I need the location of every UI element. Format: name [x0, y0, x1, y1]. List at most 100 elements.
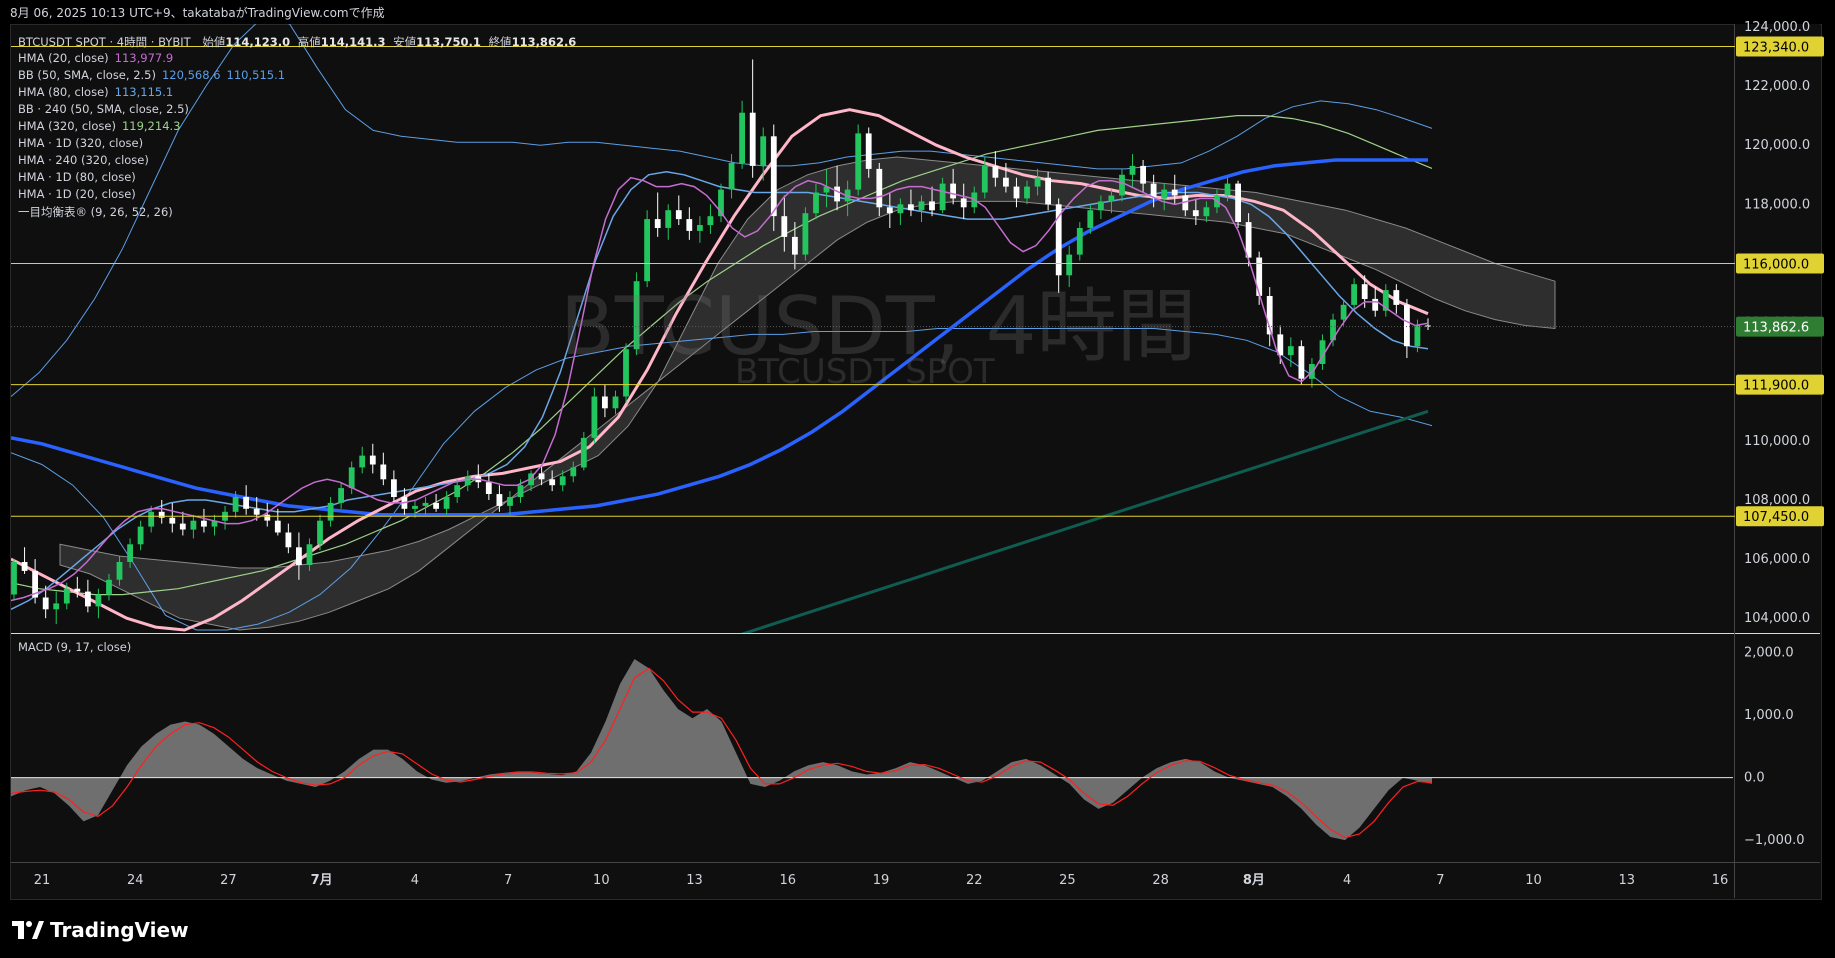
last-price-label: 113,862.6 [1743, 321, 1809, 336]
candle [21, 547, 28, 574]
candle-body [665, 210, 672, 228]
candle-body [317, 520, 323, 545]
candle-body [1119, 174, 1125, 196]
macd-tick-label: 1,000.0 [1744, 708, 1794, 723]
candle-body [190, 520, 197, 530]
candle-body [1393, 290, 1400, 305]
candle-body [570, 467, 577, 477]
symbol-legend[interactable]: BTCUSDT SPOT · 4時間 · BYBIT 始値114,123.0 高… [18, 34, 576, 50]
candle-body [950, 183, 956, 199]
price-tick-label: 124,000.0 [1744, 20, 1810, 35]
price-level-label: 107,450.0 [1743, 510, 1809, 525]
indicator-hma80-legend[interactable]: HMA (80, close) 113,115.1 [18, 85, 173, 99]
candle-body [781, 216, 788, 237]
candle [32, 559, 38, 604]
macd-tick-label: 2,000.0 [1744, 646, 1794, 661]
candle-body [95, 594, 102, 607]
macd-legend[interactable]: MACD (9, 17, close) [18, 640, 131, 654]
candle-body [11, 562, 17, 595]
candle-body [274, 520, 281, 533]
candle-body [1287, 346, 1294, 356]
candle [1076, 222, 1083, 261]
candle-body [369, 455, 376, 465]
candle-body [1013, 186, 1020, 199]
candle-body [327, 502, 334, 521]
candle-body [359, 455, 366, 468]
candle-body [391, 479, 397, 497]
candle-body [538, 473, 545, 480]
indicator-hma1d80-legend[interactable]: HMA · 1D (80, close) [18, 170, 136, 184]
candle-body [760, 136, 767, 166]
candle-body [918, 201, 925, 211]
candle-body [1298, 346, 1305, 379]
candle-body [21, 562, 28, 571]
candle-body [559, 476, 566, 486]
open-label: 始値 [202, 35, 226, 49]
candle-body [728, 162, 735, 190]
candle-body [1003, 177, 1009, 187]
candle [285, 523, 292, 554]
indicator-hma20-legend[interactable]: HMA (20, close) 113,977.9 [18, 51, 173, 65]
chart-canvas[interactable]: 124,000.0 122,000.0 120,000.0 118,000.0 116,… [0, 0, 1835, 958]
candle-body [106, 579, 112, 595]
time-tick-label: 13 [686, 873, 703, 888]
candle-body [1087, 210, 1094, 228]
candle-body [633, 281, 640, 350]
time-tick-label: 4 [411, 873, 419, 888]
time-tick-label: 10 [593, 873, 610, 888]
candle [485, 473, 492, 500]
tradingview-brand[interactable]: TradingView [12, 917, 189, 943]
indicator-ichimoku-legend[interactable]: 一目均衡表® (9, 26, 52, 26) [18, 204, 173, 220]
indicator-hma1d20-legend[interactable]: HMA · 1D (20, close) [18, 187, 136, 201]
time-tick-label: 16 [1712, 873, 1729, 888]
candle-body [1404, 304, 1410, 347]
candle-body [296, 547, 302, 565]
candle [749, 59, 756, 178]
indicator-label: HMA · 1D (320, close) [18, 136, 144, 150]
price-level-label: 111,900.0 [1743, 379, 1809, 394]
candle-body [169, 517, 176, 524]
indicator-bb240-legend[interactable]: BB · 240 (50, SMA, close, 2.5) [18, 102, 189, 116]
candle [264, 502, 271, 527]
candle-body [802, 213, 809, 255]
macd-tick-label: 0.0 [1744, 771, 1765, 786]
candle [728, 154, 735, 199]
candle-body [42, 597, 49, 610]
price-tick-label: 122,000.0 [1744, 79, 1810, 94]
candle-body [855, 133, 862, 190]
indicator-hma1d320-legend[interactable]: HMA · 1D (320, close) [18, 136, 143, 150]
indicator-label: BB · 240 (50, SMA, close, 2.5) [18, 102, 189, 116]
indicator-hma320-legend[interactable]: HMA (320, close) 119,214.3 [18, 119, 180, 133]
macd-histogram-area [11, 659, 1432, 841]
candle-body [496, 494, 503, 506]
candle-body [53, 603, 60, 610]
candle [201, 508, 207, 533]
indicator-bb-legend[interactable]: BB (50, SMA, close, 2.5) 120,568.6 110,515… [18, 68, 285, 82]
candle-body [517, 485, 524, 497]
candle [327, 497, 334, 527]
candle [369, 443, 376, 474]
indicator-hma240-320-legend[interactable]: HMA · 240 (320, close) [18, 153, 149, 167]
open-value: 114,123.0 [225, 35, 291, 49]
candle-body [939, 183, 946, 211]
candle-body [179, 523, 186, 530]
candle-body [85, 591, 91, 607]
candle [95, 588, 102, 619]
time-tick-label: 16 [780, 873, 797, 888]
candle-body [1330, 319, 1336, 341]
candle [243, 485, 249, 515]
candle [380, 452, 387, 486]
hma-1d-320-line [740, 409, 1429, 633]
indicator-value: 113,115.1 [114, 85, 174, 99]
indicator-value-2: 110,515.1 [226, 68, 286, 82]
candle-body [338, 488, 344, 503]
candle-body [348, 467, 355, 489]
candle [11, 559, 17, 601]
candle [433, 494, 439, 512]
macd-label: MACD (9, 17, close) [18, 640, 132, 654]
candle [580, 431, 587, 471]
candle-body [1108, 195, 1115, 202]
close-label: 終値 [488, 35, 512, 49]
candle [211, 514, 218, 536]
candle [359, 446, 366, 474]
